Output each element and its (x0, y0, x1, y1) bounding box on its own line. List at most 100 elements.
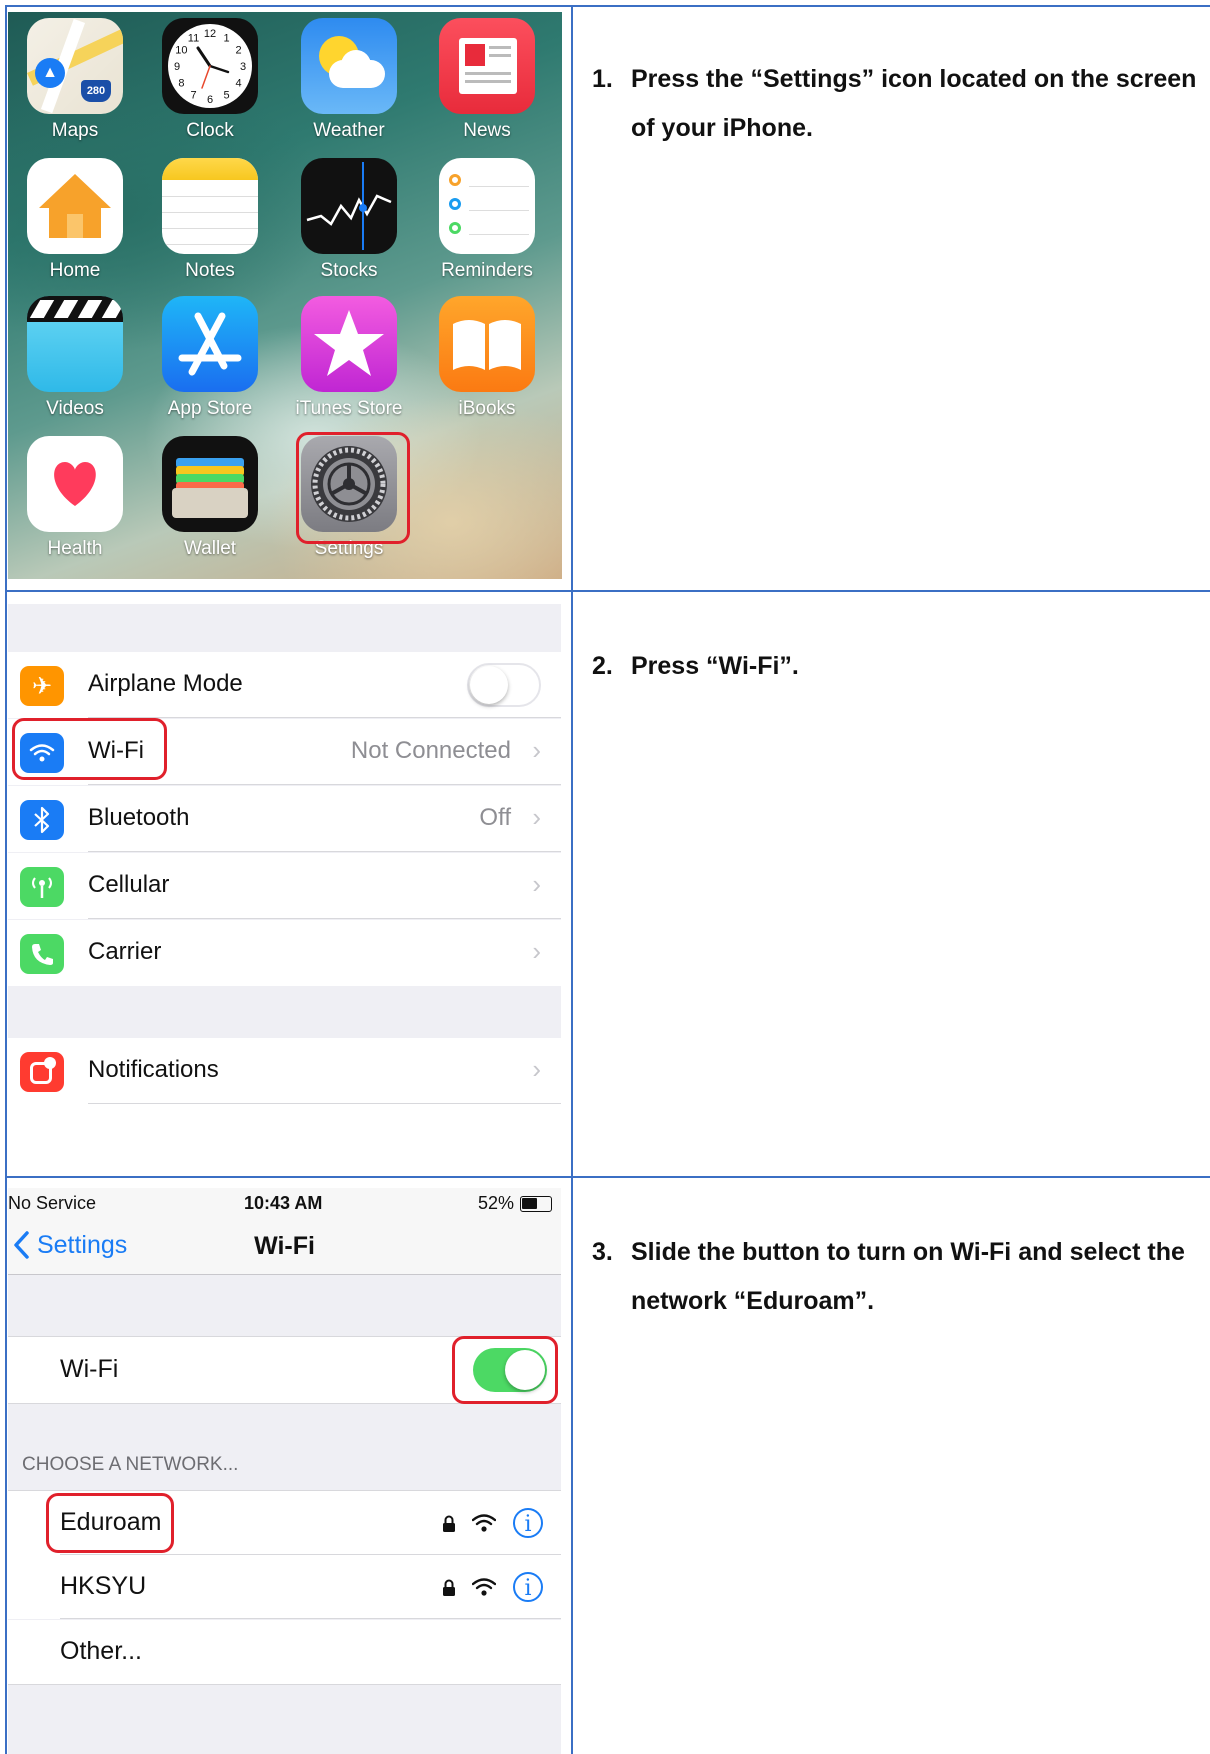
news-icon (439, 18, 535, 114)
chevron-right-icon: › (532, 936, 541, 966)
carrier-status: No Service (8, 1193, 97, 1213)
app-ibooks[interactable]: iBooks (431, 296, 543, 420)
app-label: Weather (313, 120, 385, 141)
step-3-number: 3. (592, 1238, 613, 1266)
settings-row-label: Notifications (88, 1056, 219, 1083)
network-name: Other... (60, 1637, 142, 1665)
health-heart-icon (27, 436, 123, 532)
settings-screenshot: ✈ Airplane Mode Wi-Fi Not Connected › Bl… (8, 604, 561, 1104)
app-health[interactable]: Health (19, 436, 131, 560)
lock-icon (443, 1579, 455, 1596)
clock-number: 9 (174, 61, 180, 73)
ibooks-icon (439, 296, 535, 392)
app-reminders[interactable]: Reminders (431, 158, 543, 282)
clock-icon: 12 1 2 3 4 5 6 7 8 9 10 11 (162, 18, 258, 114)
table-border-left (5, 5, 7, 1754)
settings-row-label: Carrier (88, 938, 162, 965)
step-2-number: 2. (592, 652, 613, 680)
table-border-top (5, 5, 1210, 7)
chevron-right-icon: › (532, 869, 541, 899)
chevron-right-icon: › (532, 802, 541, 832)
clock-number: 12 (204, 28, 216, 40)
settings-row-label: Airplane Mode (88, 670, 243, 697)
app-label: Maps (51, 120, 99, 141)
bluetooth-status-value: Off (479, 804, 511, 831)
cellular-antenna-icon (20, 867, 64, 907)
clock-number: 6 (207, 94, 213, 106)
clock-number: 10 (175, 45, 187, 57)
stocks-icon (301, 158, 397, 254)
app-label: Stocks (320, 260, 378, 281)
network-row-hksyu[interactable]: HKSYU i (8, 1555, 561, 1619)
app-label: App Store (167, 398, 253, 419)
interstate-shield: 280 (81, 80, 111, 102)
step-3: 3. Slide the button to turn on Wi-Fi and… (592, 1228, 1202, 1326)
wifi-status-value: Not Connected (350, 737, 511, 764)
wifi-signal-icon (472, 1578, 496, 1596)
network-row-other[interactable]: Other... (8, 1620, 561, 1685)
settings-highlight-box (296, 432, 410, 544)
clock-number: 4 (236, 78, 242, 90)
step-1-text: Press the “Settings” icon located on the… (631, 65, 1197, 142)
clock-number: 2 (236, 45, 242, 57)
status-time: 10:43 AM (244, 1193, 323, 1213)
app-maps[interactable]: ▲ 280 Maps (19, 18, 131, 142)
table-row-divider-2 (5, 1176, 1210, 1178)
notes-icon (162, 158, 258, 254)
app-label: Reminders (441, 260, 533, 281)
network-name: HKSYU (60, 1572, 147, 1600)
wifi-highlight-box (12, 718, 167, 780)
app-label: Wallet (183, 538, 237, 559)
app-label: iTunes Store (295, 398, 403, 419)
home-icon (27, 158, 123, 254)
wifi-toggle-label: Wi-Fi (60, 1355, 119, 1383)
app-itunes-store[interactable]: iTunes Store (293, 296, 405, 420)
home-screen-screenshot: ▲ 280 Maps 12 1 2 3 4 5 6 7 8 9 10 11 Clock Weather (8, 12, 562, 579)
videos-icon (27, 296, 123, 392)
app-label: Clock (186, 120, 234, 141)
app-app-store[interactable]: App Store (154, 296, 266, 420)
step-1: 1. Press the “Settings” icon located on … (592, 55, 1202, 153)
settings-row-bluetooth[interactable]: Bluetooth Off › (8, 786, 561, 852)
app-clock[interactable]: 12 1 2 3 4 5 6 7 8 9 10 11 Clock (154, 18, 266, 142)
clock-number: 1 (223, 32, 229, 44)
app-stocks[interactable]: Stocks (293, 158, 405, 282)
battery-icon (520, 1196, 552, 1212)
app-label: Videos (46, 398, 104, 419)
settings-row-notifications[interactable]: Notifications › (8, 1038, 561, 1104)
chevron-right-icon: › (532, 1054, 541, 1084)
clock-number: 8 (178, 78, 184, 90)
app-videos[interactable]: Videos (19, 296, 131, 420)
airplane-mode-toggle[interactable] (467, 663, 541, 707)
wifi-screenshot: No Service 10:43 AM 52% Settings Wi-Fi W… (8, 1188, 561, 1754)
app-label: iBooks (458, 398, 516, 419)
reminders-icon (439, 158, 535, 254)
page-title: Wi-Fi (254, 1232, 315, 1260)
weather-icon (301, 18, 397, 114)
info-button[interactable]: i (513, 1508, 543, 1538)
clock-number: 7 (190, 90, 196, 102)
step-2-text: Press “Wi-Fi”. (631, 652, 799, 680)
chevron-right-icon: › (532, 735, 541, 765)
wifi-signal-icon (472, 1514, 496, 1532)
step-3-text: Slide the button to turn on Wi-Fi and se… (631, 1238, 1185, 1315)
phone-icon (20, 934, 64, 974)
settings-row-cellular[interactable]: Cellular › (8, 853, 561, 919)
settings-row-carrier[interactable]: Carrier › (8, 920, 561, 986)
app-wallet[interactable]: Wallet (154, 436, 266, 560)
settings-row-label: Bluetooth (88, 804, 190, 831)
app-weather[interactable]: Weather (293, 18, 405, 142)
lock-icon (443, 1515, 455, 1532)
app-label: Health (47, 538, 103, 559)
itunes-star-icon (301, 296, 397, 392)
settings-row-airplane-mode[interactable]: ✈ Airplane Mode (8, 652, 561, 718)
clock-number: 3 (240, 61, 246, 73)
app-label: Notes (185, 260, 235, 281)
app-notes[interactable]: Notes (154, 158, 266, 282)
toggle-highlight-box (452, 1336, 558, 1404)
info-button[interactable]: i (513, 1572, 543, 1602)
eduroam-highlight-box (46, 1493, 174, 1553)
app-news[interactable]: News (431, 18, 543, 142)
bluetooth-icon (20, 800, 64, 840)
app-home[interactable]: Home (19, 158, 131, 282)
